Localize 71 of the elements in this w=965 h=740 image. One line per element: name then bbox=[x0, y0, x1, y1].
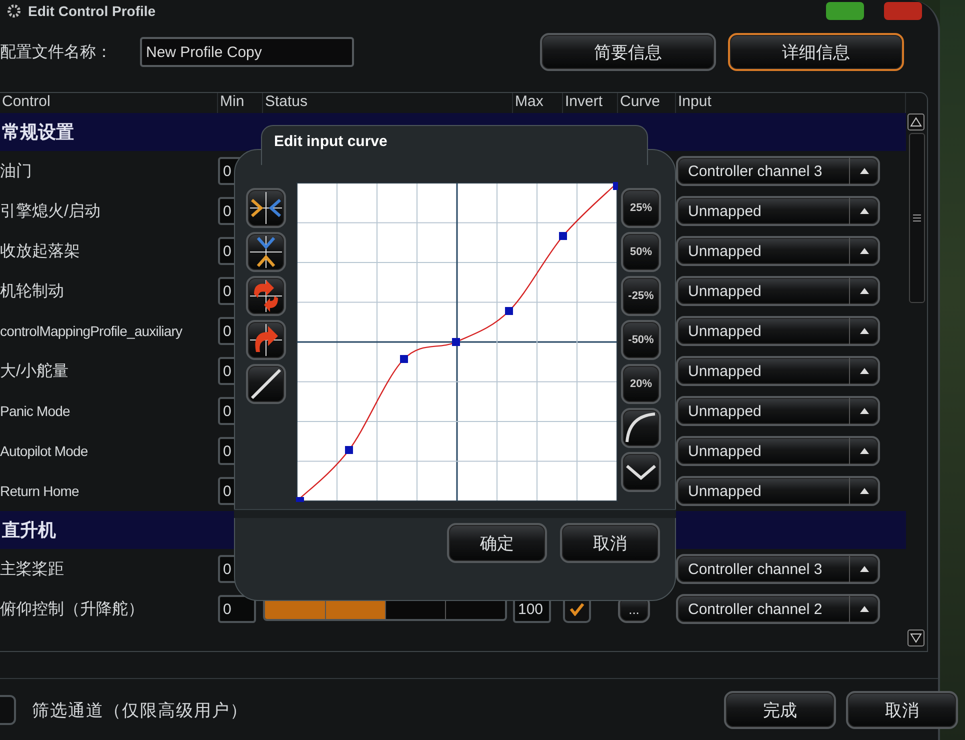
curve-tool-button[interactable] bbox=[246, 364, 286, 404]
curve-tool-button[interactable] bbox=[246, 276, 286, 316]
curve-preset-button[interactable] bbox=[621, 408, 661, 448]
caret-icon bbox=[860, 488, 868, 494]
control-name: controlMappingProfile_auxiliary bbox=[0, 323, 182, 339]
caret-icon bbox=[860, 168, 868, 174]
caret-icon bbox=[860, 566, 868, 572]
arc-curve-icon bbox=[625, 412, 657, 444]
curve-preset-button[interactable]: 50% bbox=[621, 232, 661, 272]
scroll-up-icon[interactable] bbox=[907, 113, 925, 131]
control-name: 引擎熄火/启动 bbox=[0, 202, 100, 222]
control-name: 油门 bbox=[0, 162, 32, 182]
control-name: Panic Mode bbox=[0, 403, 70, 419]
ok-button[interactable]: 确定 bbox=[447, 523, 547, 563]
caret-icon bbox=[860, 248, 868, 254]
caret-icon bbox=[860, 606, 868, 612]
control-name: 大/小舵量 bbox=[0, 362, 68, 382]
filter-checkbox[interactable] bbox=[0, 695, 16, 725]
input-dropdown[interactable]: Controller channel 3 bbox=[676, 554, 880, 584]
window-title: Edit Control Profile bbox=[28, 3, 157, 19]
curve-preset-button[interactable] bbox=[621, 452, 661, 492]
caret-icon bbox=[860, 328, 868, 334]
control-name: Autopilot Mode bbox=[0, 443, 88, 459]
input-dropdown[interactable]: Controller channel 3 bbox=[676, 156, 880, 186]
min-field[interactable]: 0 bbox=[218, 595, 256, 623]
curve-preset-button[interactable]: 20% bbox=[621, 364, 661, 404]
shrink-vertical-icon bbox=[249, 235, 283, 269]
caret-icon bbox=[860, 208, 868, 214]
caret-icon bbox=[860, 288, 868, 294]
caret-icon bbox=[860, 448, 868, 454]
view-tab[interactable]: 详细信息 bbox=[728, 33, 904, 71]
profile-name-label: 配置文件名称： bbox=[0, 42, 113, 62]
diagonal-line-icon bbox=[249, 367, 283, 401]
curve-tool-button[interactable] bbox=[246, 232, 286, 272]
curve-tool-button[interactable] bbox=[246, 320, 286, 360]
control-name: 主桨桨距 bbox=[0, 560, 64, 580]
control-name: 机轮制动 bbox=[0, 282, 64, 302]
curve-tool-button[interactable] bbox=[246, 188, 286, 228]
scrollbar[interactable] bbox=[907, 113, 925, 647]
input-dropdown[interactable]: Unmapped bbox=[676, 476, 880, 506]
input-dropdown[interactable]: Unmapped bbox=[676, 396, 880, 426]
grip-icon bbox=[913, 214, 921, 222]
flip-arrows-icon bbox=[249, 279, 283, 313]
done-button[interactable]: 完成 bbox=[724, 691, 836, 729]
shrink-horizontal-icon bbox=[249, 191, 283, 225]
check-icon bbox=[569, 602, 585, 616]
caret-icon bbox=[860, 368, 868, 374]
curved-arrow-icon bbox=[249, 323, 283, 357]
control-name: 俯仰控制（升降舵） bbox=[0, 600, 144, 620]
curve-preset-button[interactable]: -25% bbox=[621, 276, 661, 316]
curve-preset-button[interactable]: -50% bbox=[621, 320, 661, 360]
filter-label: 筛选通道（仅限高级用户） bbox=[32, 700, 248, 722]
input-dropdown[interactable]: Unmapped bbox=[676, 236, 880, 266]
input-dropdown[interactable]: Unmapped bbox=[676, 316, 880, 346]
cancel-button[interactable]: 取消 bbox=[560, 523, 660, 563]
caret-icon bbox=[860, 408, 868, 414]
curve-preset-button[interactable]: 25% bbox=[621, 188, 661, 228]
control-name: Return Home bbox=[0, 483, 79, 499]
profile-name-field[interactable]: New Profile Copy bbox=[140, 37, 354, 67]
input-dropdown[interactable]: Unmapped bbox=[676, 276, 880, 306]
input-dropdown[interactable]: Unmapped bbox=[676, 356, 880, 386]
cancel-button[interactable]: 取消 bbox=[846, 691, 958, 729]
control-name: 收放起落架 bbox=[0, 242, 80, 262]
input-dropdown[interactable]: Unmapped bbox=[676, 196, 880, 226]
input-dropdown[interactable]: Unmapped bbox=[676, 436, 880, 466]
dialog-title: Edit input curve bbox=[274, 133, 388, 150]
scroll-thumb[interactable] bbox=[909, 133, 925, 303]
view-tab[interactable]: 简要信息 bbox=[540, 33, 716, 71]
scroll-down-icon[interactable] bbox=[907, 629, 925, 647]
v-curve-icon bbox=[625, 464, 657, 480]
input-dropdown[interactable]: Controller channel 2 bbox=[676, 594, 880, 624]
